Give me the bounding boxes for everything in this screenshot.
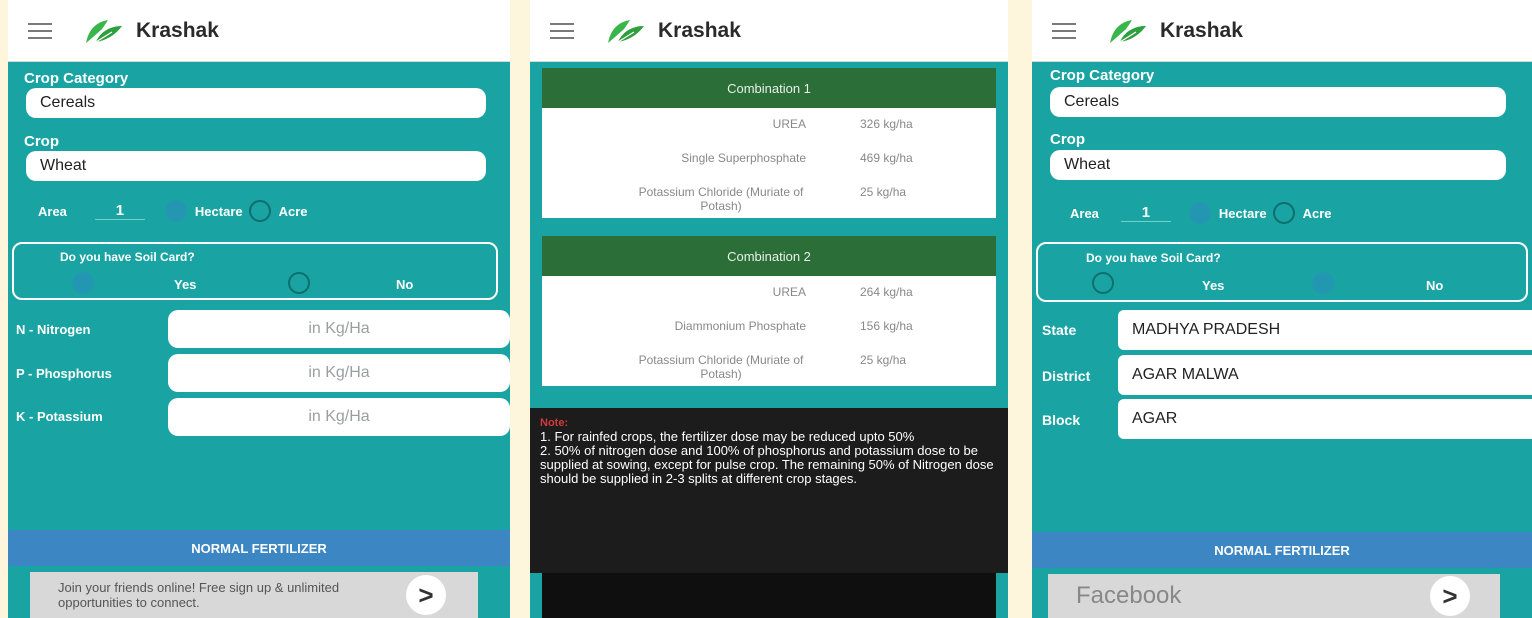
state-label: State [1042, 322, 1077, 338]
phosphorus-label: P - Phosphorus [16, 366, 112, 381]
soil-yes-radio[interactable] [72, 272, 94, 294]
crop-category-label: Crop Category [1050, 67, 1155, 84]
bottom-dark-area [542, 573, 996, 618]
acre-radio[interactable] [1272, 202, 1295, 224]
soil-card-question: Do you have Soil Card? [1086, 251, 1221, 265]
leaf-logo-icon [1109, 19, 1146, 44]
nitrogen-label: N - Nitrogen [16, 322, 91, 337]
fertilizer-name: UREA [772, 117, 806, 131]
fertilizer-name: UREA [772, 285, 806, 299]
area-input[interactable]: 1 [94, 202, 145, 220]
soil-yes-label: Yes [1202, 278, 1225, 293]
app-bar: Krashak [8, 0, 510, 62]
fertilizer-dose: 25 kg/ha [860, 353, 907, 367]
leaf-logo-icon [607, 19, 644, 44]
ad-text: Join your friends online! Free sign up &… [58, 580, 340, 610]
crop-category-label: Crop Category [24, 70, 129, 87]
note-panel: Note: 1. For rainfed crops, the fertiliz… [530, 408, 1008, 573]
normal-fertilizer-button[interactable]: NORMAL FERTILIZER [8, 530, 510, 566]
hamburger-menu-icon[interactable] [1052, 22, 1076, 39]
hamburger-menu-icon[interactable] [28, 22, 52, 39]
fertilizer-dose: 25 kg/ha [860, 185, 907, 199]
fertilizer-name: Potassium Chloride (Muriate of Potash) [638, 353, 804, 381]
crop-category-select[interactable]: Cereals [26, 88, 486, 118]
screen-soil-card-form: Krashak Crop Category Cereals Crop Wheat… [8, 0, 510, 618]
nitrogen-input[interactable]: in Kg/Ha [168, 310, 510, 348]
area-row: Area 1 Hectare Acre [1070, 202, 1332, 224]
hectare-radio[interactable] [1188, 202, 1211, 224]
app-title: Krashak [1160, 18, 1243, 42]
hectare-radio[interactable] [164, 200, 187, 222]
district-select[interactable]: AGAR MALWA [1118, 355, 1532, 395]
crop-select[interactable]: Wheat [1050, 150, 1506, 180]
soil-no-radio[interactable] [1312, 272, 1334, 294]
district-label: District [1042, 368, 1091, 384]
acre-radio[interactable] [248, 200, 271, 222]
app-title: Krashak [136, 18, 219, 42]
combination-1-title: Combination 1 [542, 68, 996, 108]
state-select[interactable]: MADHYA PRADESH [1118, 310, 1532, 350]
crop-category-select[interactable]: Cereals [1050, 87, 1506, 117]
hectare-label: Hectare [194, 203, 243, 219]
fertilizer-name: Single Superphosphate [681, 151, 806, 165]
note-line-2: 2. 50% of nitrogen dose and 100% of phos… [540, 443, 994, 486]
fertilizer-name: Potassium Chloride (Muriate of Potash) [638, 185, 804, 213]
chevron-right-icon[interactable]: > [1430, 576, 1470, 616]
hamburger-menu-icon[interactable] [550, 22, 574, 39]
soil-yes-radio[interactable] [1092, 272, 1114, 294]
fertilizer-dose: 156 kg/ha [860, 319, 913, 333]
fertilizer-dose: 264 kg/ha [860, 285, 913, 299]
ad-text: Facebook [1076, 582, 1182, 609]
crop-select[interactable]: Wheat [26, 151, 486, 181]
crop-label: Crop [1050, 131, 1085, 148]
combination-1-card: Combination 1 UREA 326 kg/ha Single Supe… [542, 68, 996, 218]
soil-no-label: No [396, 277, 414, 292]
app-bar: Krashak [530, 0, 1008, 62]
soil-card-question: Do you have Soil Card? [60, 250, 195, 264]
screen-location-form: Krashak Crop Category Cereals Crop Wheat… [1032, 0, 1532, 618]
normal-fertilizer-button[interactable]: NORMAL FERTILIZER [1032, 532, 1532, 568]
area-label: Area [38, 203, 67, 219]
fertilizer-dose: 469 kg/ha [860, 151, 913, 165]
area-label: Area [1070, 205, 1099, 221]
crop-label: Crop [24, 133, 59, 150]
combination-2-card: Combination 2 UREA 264 kg/ha Diammonium … [542, 236, 996, 386]
leaf-logo-icon [85, 19, 122, 44]
combination-2-row: Potassium Chloride (Muriate of Potash) 2… [542, 344, 996, 386]
soil-no-radio[interactable] [288, 272, 310, 294]
combination-1-row: Potassium Chloride (Muriate of Potash) 2… [542, 176, 996, 218]
soil-yes-label: Yes [174, 277, 197, 292]
app-title: Krashak [658, 18, 741, 42]
fertilizer-name: Diammonium Phosphate [674, 319, 806, 333]
potassium-input[interactable]: in Kg/Ha [168, 398, 510, 436]
hectare-label: Hectare [1218, 205, 1267, 221]
acre-label: Acre [278, 203, 308, 219]
area-input[interactable]: 1 [1120, 204, 1171, 222]
combination-2-row: UREA 264 kg/ha [542, 276, 996, 310]
acre-label: Acre [1302, 205, 1332, 221]
potassium-label: K - Potassium [16, 409, 103, 424]
combination-2-row: Diammonium Phosphate 156 kg/ha [542, 310, 996, 344]
area-row: Area 1 Hectare Acre [38, 200, 308, 222]
block-select[interactable]: AGAR [1118, 399, 1532, 439]
combination-2-title: Combination 2 [542, 236, 996, 276]
fertilizer-dose: 326 kg/ha [860, 117, 913, 131]
screen-fertilizer-result: Krashak Combination 1 UREA 326 kg/ha Sin… [530, 0, 1008, 618]
combination-1-row: Single Superphosphate 469 kg/ha [542, 142, 996, 176]
chevron-right-icon[interactable]: > [406, 575, 446, 615]
note-line-1: 1. For rainfed crops, the fertilizer dos… [540, 429, 915, 444]
note-heading: Note: [540, 417, 569, 429]
combination-1-row: UREA 326 kg/ha [542, 108, 996, 142]
phosphorus-input[interactable]: in Kg/Ha [168, 354, 510, 392]
app-bar: Krashak [1032, 0, 1532, 62]
block-label: Block [1042, 412, 1081, 428]
soil-no-label: No [1426, 278, 1444, 293]
